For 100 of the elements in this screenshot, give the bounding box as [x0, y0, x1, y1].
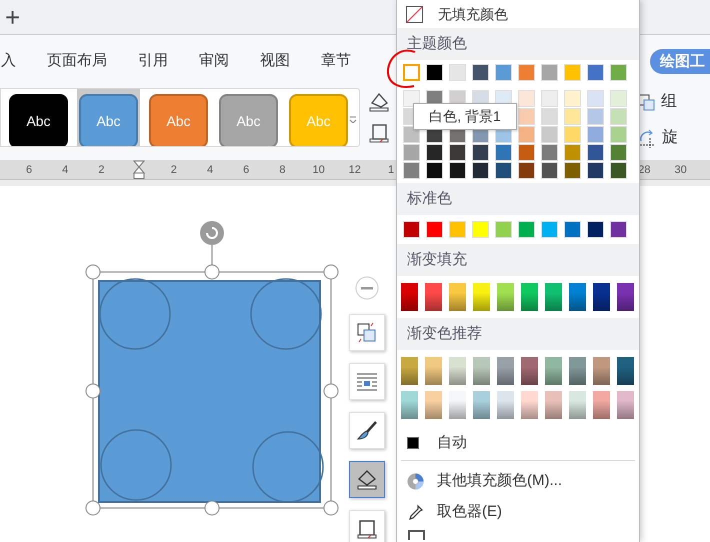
- color-swatch[interactable]: [518, 162, 535, 179]
- ribbon-tab[interactable]: 视图: [260, 50, 290, 73]
- command-label[interactable]: 旋: [662, 126, 678, 150]
- no-fill-item[interactable]: 无填充颜色: [397, 0, 639, 28]
- outline-icon[interactable]: [408, 530, 425, 540]
- gradient-swatch[interactable]: [617, 283, 634, 311]
- color-swatch[interactable]: [587, 90, 604, 107]
- ribbon-tab[interactable]: 章节: [321, 50, 351, 73]
- color-swatch[interactable]: [564, 64, 581, 81]
- color-swatch[interactable]: [610, 162, 627, 179]
- color-swatch[interactable]: [587, 162, 604, 179]
- resize-handle[interactable]: [324, 500, 338, 516]
- ribbon-tab[interactable]: 页面布局: [47, 50, 107, 73]
- outline-icon[interactable]: [369, 123, 389, 145]
- float-tool-button[interactable]: [349, 461, 385, 498]
- color-swatch[interactable]: [564, 108, 581, 125]
- resize-handle[interactable]: [86, 500, 100, 516]
- color-swatch[interactable]: [472, 64, 489, 81]
- gradient-swatch[interactable]: [497, 357, 514, 385]
- color-swatch[interactable]: [449, 144, 466, 161]
- color-swatch[interactable]: [518, 108, 535, 125]
- color-swatch[interactable]: [403, 90, 420, 107]
- gradient-swatch[interactable]: [473, 357, 490, 385]
- gradient-swatch[interactable]: [473, 391, 490, 419]
- color-swatch[interactable]: [564, 144, 581, 161]
- color-swatch[interactable]: [564, 221, 581, 238]
- rotate-icon[interactable]: [639, 128, 656, 148]
- gradient-swatch[interactable]: [449, 391, 466, 419]
- color-swatch[interactable]: [541, 144, 558, 161]
- ribbon-tab[interactable]: 引用: [138, 50, 168, 73]
- gradient-swatch[interactable]: [497, 283, 514, 311]
- gradient-swatch[interactable]: [521, 283, 538, 311]
- color-swatch[interactable]: [403, 144, 420, 161]
- gallery-more-icon[interactable]: [349, 115, 357, 123]
- gradient-swatch[interactable]: [545, 283, 562, 311]
- color-swatch[interactable]: [449, 221, 466, 238]
- command-label[interactable]: 组: [661, 90, 677, 114]
- color-swatch[interactable]: [610, 221, 627, 238]
- color-swatch[interactable]: [564, 90, 581, 107]
- color-swatch[interactable]: [564, 126, 581, 143]
- circle-shape[interactable]: [99, 278, 171, 350]
- color-swatch[interactable]: [495, 162, 512, 179]
- circle-shape[interactable]: [252, 431, 324, 503]
- gradient-swatch[interactable]: [617, 357, 634, 385]
- gradient-swatch[interactable]: [401, 357, 418, 385]
- color-swatch[interactable]: [472, 221, 489, 238]
- color-swatch[interactable]: [495, 221, 512, 238]
- ribbon-tab[interactable]: 审阅: [199, 50, 229, 73]
- gradient-swatch[interactable]: [521, 391, 538, 419]
- resize-handle[interactable]: [86, 264, 100, 280]
- color-swatch[interactable]: [449, 64, 466, 81]
- color-swatch[interactable]: [541, 126, 558, 143]
- gradient-swatch[interactable]: [425, 391, 442, 419]
- group-icon[interactable]: [638, 94, 655, 110]
- color-swatch[interactable]: [518, 64, 535, 81]
- gradient-swatch[interactable]: [569, 357, 586, 385]
- color-swatch[interactable]: [472, 144, 489, 161]
- color-swatch[interactable]: [426, 144, 443, 161]
- color-swatch[interactable]: [518, 144, 535, 161]
- resize-handle[interactable]: [324, 384, 338, 398]
- color-swatch[interactable]: [518, 221, 535, 238]
- gradient-swatch[interactable]: [497, 391, 514, 419]
- ribbon-tab[interactable]: 入: [1, 50, 16, 73]
- gradient-swatch[interactable]: [521, 357, 538, 385]
- color-swatch[interactable]: [587, 221, 604, 238]
- color-swatch[interactable]: [541, 64, 558, 81]
- color-swatch[interactable]: [403, 126, 420, 143]
- color-swatch[interactable]: [587, 126, 604, 143]
- color-swatch[interactable]: [587, 64, 604, 81]
- color-swatch[interactable]: [610, 144, 627, 161]
- gradient-swatch[interactable]: [449, 357, 466, 385]
- color-swatch[interactable]: [610, 126, 627, 143]
- color-swatch[interactable]: [541, 90, 558, 107]
- gradient-swatch[interactable]: [569, 391, 586, 419]
- menu-item[interactable]: 其他填充颜色(M)...: [397, 467, 639, 495]
- color-swatch[interactable]: [403, 162, 420, 179]
- circle-shape[interactable]: [250, 278, 322, 350]
- rotate-handle[interactable]: [200, 221, 224, 245]
- menu-item[interactable]: 自动: [397, 429, 639, 457]
- gradient-swatch[interactable]: [545, 357, 562, 385]
- gradient-swatch[interactable]: [425, 357, 442, 385]
- color-swatch[interactable]: [610, 108, 627, 125]
- color-swatch[interactable]: [541, 162, 558, 179]
- gradient-swatch[interactable]: [473, 283, 490, 311]
- color-swatch[interactable]: [426, 221, 443, 238]
- color-swatch[interactable]: [587, 144, 604, 161]
- color-swatch[interactable]: [426, 64, 443, 81]
- color-swatch[interactable]: [495, 144, 512, 161]
- color-swatch[interactable]: [518, 90, 535, 107]
- resize-handle[interactable]: [204, 264, 220, 280]
- color-swatch[interactable]: [610, 64, 627, 81]
- collapse-icon[interactable]: [355, 276, 379, 300]
- gradient-swatch[interactable]: [449, 283, 466, 311]
- color-swatch[interactable]: [541, 108, 558, 125]
- gradient-swatch[interactable]: [593, 391, 610, 419]
- gradient-swatch[interactable]: [569, 283, 586, 311]
- resize-handle[interactable]: [86, 384, 100, 398]
- gradient-swatch[interactable]: [593, 357, 610, 385]
- new-tab-button[interactable]: +: [5, 4, 20, 30]
- color-swatch[interactable]: [587, 108, 604, 125]
